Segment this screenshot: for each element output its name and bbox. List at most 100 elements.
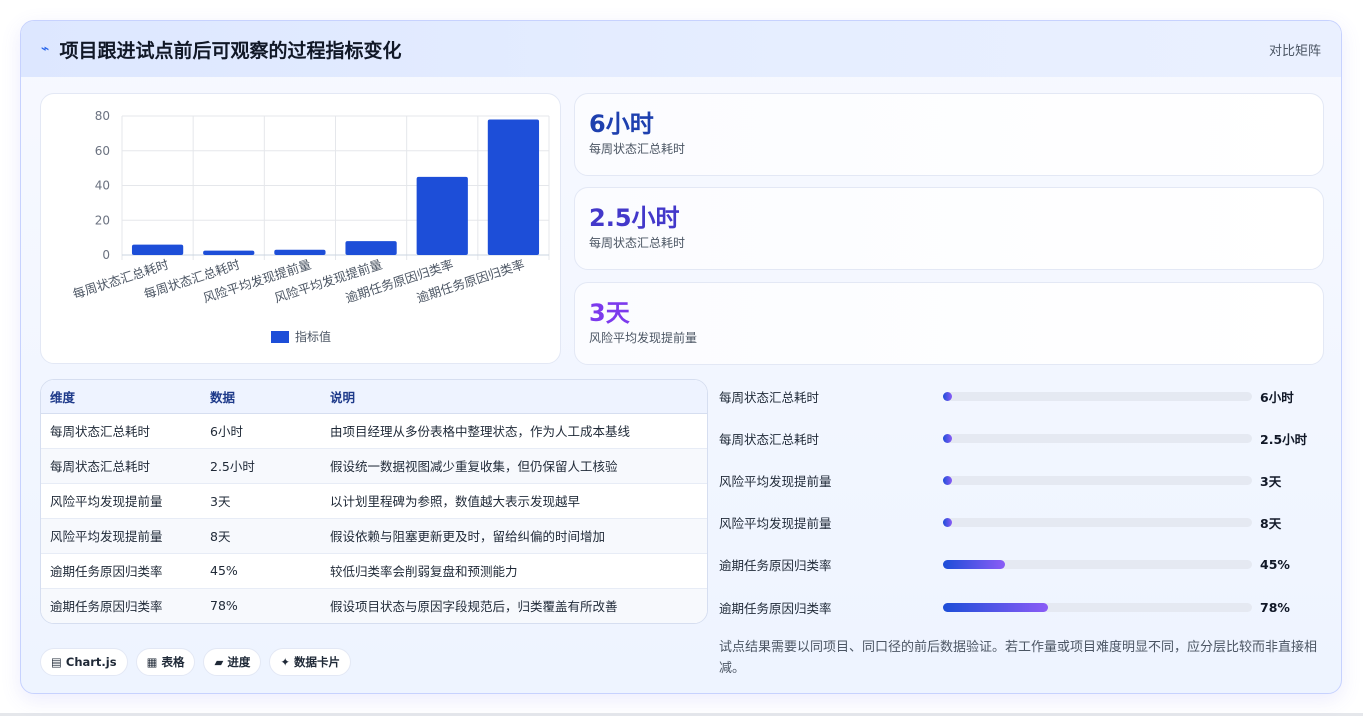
cell-data: 8天 — [201, 518, 321, 554]
data-table: 维度 数据 说明 每周状态汇总耗时 6小时 由项目经理从多份表格中整理状态，作为… — [41, 380, 707, 623]
y-tick-label: 80 — [95, 109, 110, 123]
y-tick-label: 40 — [95, 179, 110, 193]
progress-row: 风险平均发现提前量 3天 — [719, 470, 1329, 490]
legend-label: 指标值 — [295, 329, 331, 344]
kpi-value: 3天 — [589, 299, 630, 327]
bar — [131, 244, 184, 255]
kpi-label: 每周状态汇总耗时 — [589, 142, 686, 156]
bar — [487, 119, 540, 255]
cell-dimension: 每周状态汇总耗时 — [41, 413, 201, 449]
matrix-label: 对比矩阵 — [1268, 43, 1321, 59]
cell-description: 假设项目状态与原因字段规范后，归类覆盖有所改善 — [321, 588, 707, 623]
progress-row: 逾期任务原因归类率 78% — [719, 597, 1329, 617]
progress-value: 3天 — [1260, 473, 1282, 489]
progress-label: 风险平均发现提前量 — [719, 515, 832, 531]
progress-label: 逾期任务原因归类率 — [719, 600, 832, 616]
tag-chartjs[interactable]: ▤ Chart.js — [40, 648, 128, 676]
sparkle-icon: ✦ — [280, 655, 290, 669]
y-tick-label: 20 — [95, 213, 110, 227]
data-table-card: 维度 数据 说明 每周状态汇总耗时 6小时 由项目经理从多份表格中整理状态，作为… — [40, 379, 708, 624]
cell-data: 2.5小时 — [201, 448, 321, 484]
kpi-card-2: 2.5小时 每周状态汇总耗时 — [574, 187, 1324, 270]
progress-fill — [943, 475, 952, 485]
table-header-row: 维度 数据 说明 — [41, 380, 707, 414]
table-icon: ▦ — [146, 655, 158, 669]
progress-value: 2.5小时 — [1260, 431, 1308, 447]
cell-data: 3天 — [201, 483, 321, 519]
legend-swatch — [271, 331, 289, 343]
cell-dimension: 风险平均发现提前量 — [41, 483, 201, 519]
cell-description: 以计划里程碑为参照，数值越大表示发现越早 — [321, 483, 707, 519]
progress-value: 8天 — [1260, 515, 1282, 531]
progress-fill — [943, 433, 952, 443]
progress-icon: ▰ — [214, 655, 224, 669]
title-group: ⌁ 项目跟进试点前后可观察的过程指标变化 — [41, 36, 401, 63]
progress-fill — [943, 559, 1005, 569]
cell-data: 6小时 — [201, 413, 321, 449]
tag-table[interactable]: ▦ 表格 — [135, 648, 196, 676]
cell-description: 较低归类率会削弱复盘和预测能力 — [321, 553, 707, 589]
progress-fill — [943, 391, 952, 401]
bar — [345, 241, 397, 255]
kpi-label: 风险平均发现提前量 — [589, 331, 698, 345]
progress-track — [943, 433, 1252, 443]
progress-track — [943, 559, 1252, 569]
cell-dimension: 每周状态汇总耗时 — [41, 448, 201, 484]
bar — [416, 176, 468, 255]
y-tick-label: 0 — [102, 248, 110, 262]
table-row: 每周状态汇总耗时 6小时 由项目经理从多份表格中整理状态，作为人工成本基线 — [41, 413, 707, 449]
bar-chart-card: 0 20 40 60 80 每周状态汇总耗时 每周状态汇总耗时 风险平均发现提前量 风险平均发现… — [40, 93, 561, 364]
progress-row: 逾期任务原因归类率 45% — [719, 554, 1329, 574]
chart-icon: ▤ — [51, 655, 62, 669]
table-row: 逾期任务原因归类率 78% 假设项目状态与原因字段规范后，归类覆盖有所改善 — [41, 588, 707, 623]
bar — [203, 250, 255, 255]
header-dimension: 维度 — [41, 380, 201, 414]
comparison-panel: ⌁ 项目跟进试点前后可观察的过程指标变化 对比矩阵 0 20 40 60 80 每周状态汇… — [20, 20, 1342, 694]
progress-value: 78% — [1260, 599, 1290, 615]
cell-description: 假设依赖与阻塞更新更及时，留给纠偏的时间增加 — [321, 518, 707, 554]
progress-fill — [943, 517, 952, 527]
tag-list: ▤ Chart.js ▦ 表格 ▰ 进度 ✦ 数据卡片 — [40, 648, 351, 676]
cell-data: 45% — [201, 553, 321, 589]
tag-label: 数据卡片 — [293, 655, 340, 669]
cell-dimension: 逾期任务原因归类率 — [41, 553, 201, 589]
progress-value: 6小时 — [1260, 389, 1294, 405]
table-row: 风险平均发现提前量 8天 假设依赖与阻塞更新更及时，留给纠偏的时间增加 — [41, 518, 707, 554]
progress-track — [943, 475, 1252, 485]
progress-value: 45% — [1260, 556, 1290, 572]
progress-label: 逾期任务原因归类率 — [719, 557, 832, 573]
progress-label: 每周状态汇总耗时 — [719, 389, 820, 405]
panel-header: ⌁ 项目跟进试点前后可观察的过程指标变化 对比矩阵 — [21, 21, 1341, 77]
progress-row: 风险平均发现提前量 8天 — [719, 512, 1329, 532]
table-row: 逾期任务原因归类率 45% 较低归类率会削弱复盘和预测能力 — [41, 553, 707, 589]
tag-progress[interactable]: ▰ 进度 — [203, 648, 262, 676]
progress-track — [943, 517, 1252, 527]
bar-chart: 020406080每周状态汇总耗时每周状态汇总耗时风险平均发现提前量风险平均发现… — [71, 109, 550, 344]
progress-row: 每周状态汇总耗时 6小时 — [719, 386, 1329, 406]
tag-label: Chart.js — [65, 655, 117, 669]
y-tick-label: 60 — [95, 144, 110, 158]
tag-label: 表格 — [161, 655, 185, 669]
pulse-icon: ⌁ — [41, 41, 50, 57]
table-row: 每周状态汇总耗时 2.5小时 假设统一数据视图减少重复收集，但仍保留人工核验 — [41, 448, 707, 484]
progress-fill — [943, 602, 1048, 612]
kpi-card-3: 3天 风险平均发现提前量 — [574, 282, 1324, 365]
kpi-value: 6小时 — [589, 110, 654, 138]
progress-track — [943, 602, 1252, 612]
table-row: 风险平均发现提前量 3天 以计划里程碑为参照，数值越大表示发现越早 — [41, 483, 707, 519]
header-description: 说明 — [321, 380, 707, 414]
tag-data-card[interactable]: ✦ 数据卡片 — [269, 648, 351, 676]
tag-label: 进度 — [227, 655, 251, 669]
cell-description: 由项目经理从多份表格中整理状态，作为人工成本基线 — [321, 413, 707, 449]
header-data: 数据 — [201, 380, 321, 414]
cell-description: 假设统一数据视图减少重复收集，但仍保留人工核验 — [321, 448, 707, 484]
footnote: 试点结果需要以同项目、同口径的前后数据验证。若工作量或项目难度明显不同，应分层比… — [719, 640, 1318, 676]
kpi-label: 每周状态汇总耗时 — [589, 236, 686, 250]
cell-dimension: 逾期任务原因归类率 — [41, 588, 201, 623]
bar — [274, 249, 326, 255]
progress-label: 风险平均发现提前量 — [719, 473, 832, 489]
kpi-card-1: 6小时 每周状态汇总耗时 — [574, 93, 1324, 176]
progress-track — [943, 391, 1252, 401]
progress-label: 每周状态汇总耗时 — [719, 431, 820, 447]
cell-dimension: 风险平均发现提前量 — [41, 518, 201, 554]
